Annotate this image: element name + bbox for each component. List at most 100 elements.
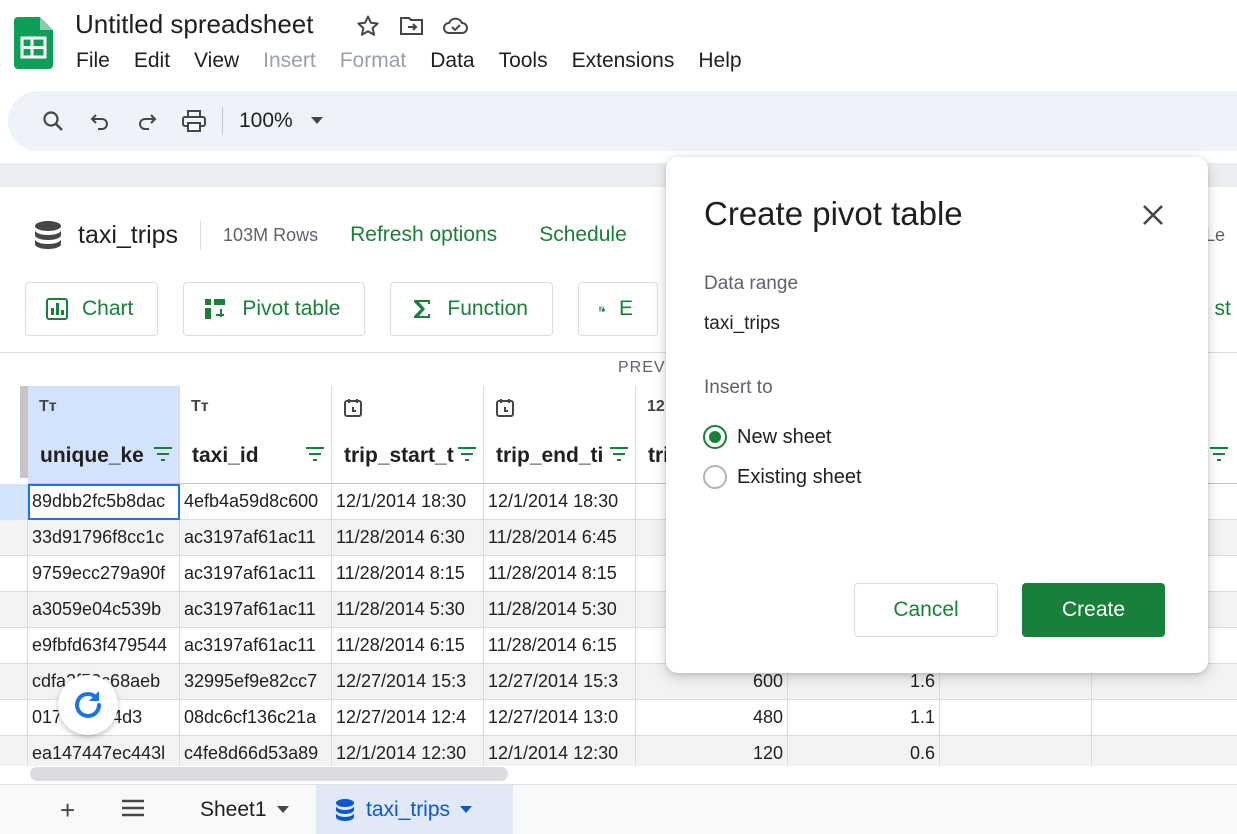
- row-header[interactable]: [0, 556, 28, 592]
- document-title[interactable]: Untitled spreadsheet: [75, 9, 313, 40]
- row-header[interactable]: [0, 484, 28, 520]
- table-cell[interactable]: ea147447ec443l: [28, 736, 180, 766]
- sheets-logo[interactable]: [14, 17, 53, 69]
- freeze-handle[interactable]: [20, 386, 28, 478]
- table-cell[interactable]: 480: [636, 700, 788, 736]
- column-header-trip-start[interactable]: trip_start_t: [332, 386, 484, 484]
- menu-edit[interactable]: Edit: [122, 47, 182, 75]
- row-header[interactable]: [0, 700, 28, 736]
- filter-icon[interactable]: [305, 446, 325, 462]
- menu-insert[interactable]: Insert: [251, 47, 328, 75]
- create-button[interactable]: Create: [1022, 583, 1165, 637]
- radio-button[interactable]: [703, 465, 727, 489]
- chevron-down-icon[interactable]: [460, 806, 473, 814]
- cancel-button[interactable]: Cancel: [854, 583, 998, 637]
- print-icon[interactable]: [175, 102, 213, 140]
- radio-existing-sheet[interactable]: Existing sheet: [703, 465, 862, 489]
- table-cell[interactable]: 12/27/2014 12:4: [332, 700, 484, 736]
- data-range-value[interactable]: taxi_trips: [704, 313, 780, 335]
- tab-taxi-trips[interactable]: taxi_trips: [316, 785, 513, 834]
- radio-label: New sheet: [737, 425, 832, 448]
- column-name: trip_end_ti: [496, 444, 604, 467]
- insert-to-label: Insert to: [704, 377, 773, 398]
- table-cell[interactable]: 32995ef9e82cc7: [180, 664, 332, 700]
- chart-button[interactable]: Chart: [25, 282, 159, 336]
- column-header-taxi-id[interactable]: Tт taxi_id: [180, 386, 332, 484]
- close-icon[interactable]: [1138, 200, 1168, 230]
- pivot-table-button[interactable]: Pivot table: [183, 282, 366, 336]
- menu-help[interactable]: Help: [686, 47, 753, 75]
- all-sheets-menu-icon[interactable]: [120, 797, 146, 824]
- undo-icon[interactable]: [81, 102, 119, 140]
- menu-view[interactable]: View: [182, 47, 251, 75]
- filter-icon[interactable]: [1209, 446, 1229, 462]
- horizontal-scrollbar[interactable]: [30, 767, 508, 781]
- table-cell[interactable]: 11/28/2014 6:45: [484, 520, 636, 556]
- table-cell[interactable]: 33d91796f8cc1c: [28, 520, 180, 556]
- table-cell[interactable]: ac3197af61ac11: [180, 628, 332, 664]
- table-cell[interactable]: ac3197af61ac11: [180, 556, 332, 592]
- table-cell[interactable]: 0.6: [788, 736, 940, 766]
- table-cell[interactable]: 11/28/2014 6:30: [332, 520, 484, 556]
- zoom-select[interactable]: 100%: [231, 109, 323, 133]
- star-icon[interactable]: [354, 12, 382, 40]
- move-to-folder-icon[interactable]: [398, 12, 426, 40]
- schedule-link[interactable]: Schedule: [539, 223, 627, 247]
- menu-extensions[interactable]: Extensions: [560, 47, 687, 75]
- table-cell[interactable]: [940, 700, 1092, 736]
- table-cell[interactable]: 12/27/2014 15:3: [484, 664, 636, 700]
- table-row: ea147447ec443l c4fe8d66d53a89 12/1/2014 …: [0, 736, 1237, 766]
- cloud-saved-icon[interactable]: [442, 12, 470, 40]
- table-cell[interactable]: ac3197af61ac11: [180, 592, 332, 628]
- table-cell[interactable]: 12/1/2014 12:30: [332, 736, 484, 766]
- table-cell[interactable]: 11/28/2014 5:30: [484, 592, 636, 628]
- column-header-unique-key[interactable]: Tт unique_ke: [28, 386, 180, 484]
- table-cell[interactable]: 89dbb2fc5b8dac: [28, 484, 180, 520]
- truncated-link[interactable]: Le: [1205, 225, 1225, 246]
- radio-button-selected[interactable]: [703, 425, 727, 449]
- table-cell[interactable]: 4efb4a59d8c600: [180, 484, 332, 520]
- extract-button[interactable]: E: [577, 282, 658, 336]
- function-button[interactable]: Function: [390, 282, 553, 336]
- table-cell[interactable]: e9fbfd63f479544: [28, 628, 180, 664]
- redo-icon[interactable]: [128, 102, 166, 140]
- table-cell[interactable]: 12/1/2014 18:30: [332, 484, 484, 520]
- tab-sheet1[interactable]: Sheet1: [186, 785, 303, 834]
- table-cell[interactable]: 11/28/2014 6:15: [484, 628, 636, 664]
- table-cell[interactable]: 12/1/2014 18:30: [484, 484, 636, 520]
- table-cell[interactable]: 11/28/2014 8:15: [484, 556, 636, 592]
- table-cell[interactable]: 9759ecc279a90f: [28, 556, 180, 592]
- refresh-button[interactable]: [58, 675, 118, 735]
- table-cell[interactable]: 12/1/2014 12:30: [484, 736, 636, 766]
- menu-file[interactable]: File: [64, 47, 122, 75]
- table-cell[interactable]: 12/27/2014 15:3: [332, 664, 484, 700]
- menu-format[interactable]: Format: [328, 47, 419, 75]
- column-header-trip-end[interactable]: trip_end_ti: [484, 386, 636, 484]
- table-cell[interactable]: 120: [636, 736, 788, 766]
- table-cell[interactable]: 11/28/2014 6:15: [332, 628, 484, 664]
- radio-new-sheet[interactable]: New sheet: [703, 425, 832, 449]
- search-icon[interactable]: [34, 102, 72, 140]
- chevron-down-icon[interactable]: [276, 806, 289, 814]
- table-cell[interactable]: 12/27/2014 13:0: [484, 700, 636, 736]
- table-cell[interactable]: [940, 736, 1092, 766]
- table-cell[interactable]: ac3197af61ac11: [180, 520, 332, 556]
- row-header[interactable]: [0, 592, 28, 628]
- filter-icon[interactable]: [153, 446, 173, 462]
- filter-icon[interactable]: [609, 446, 629, 462]
- table-cell[interactable]: 08dc6cf136c21a: [180, 700, 332, 736]
- table-cell[interactable]: 11/28/2014 8:15: [332, 556, 484, 592]
- row-header[interactable]: [0, 736, 28, 766]
- menu-data[interactable]: Data: [418, 47, 486, 75]
- table-cell[interactable]: c4fe8d66d53a89: [180, 736, 332, 766]
- row-header[interactable]: [0, 520, 28, 556]
- table-cell[interactable]: 1.1: [788, 700, 940, 736]
- table-cell[interactable]: a3059e04c539b: [28, 592, 180, 628]
- filter-icon[interactable]: [457, 446, 477, 462]
- refresh-options-link[interactable]: Refresh options: [350, 223, 497, 247]
- row-header[interactable]: [0, 628, 28, 664]
- add-sheet-button[interactable]: +: [60, 795, 75, 826]
- menu-tools[interactable]: Tools: [487, 47, 560, 75]
- row-header[interactable]: [0, 664, 28, 700]
- table-cell[interactable]: 11/28/2014 5:30: [332, 592, 484, 628]
